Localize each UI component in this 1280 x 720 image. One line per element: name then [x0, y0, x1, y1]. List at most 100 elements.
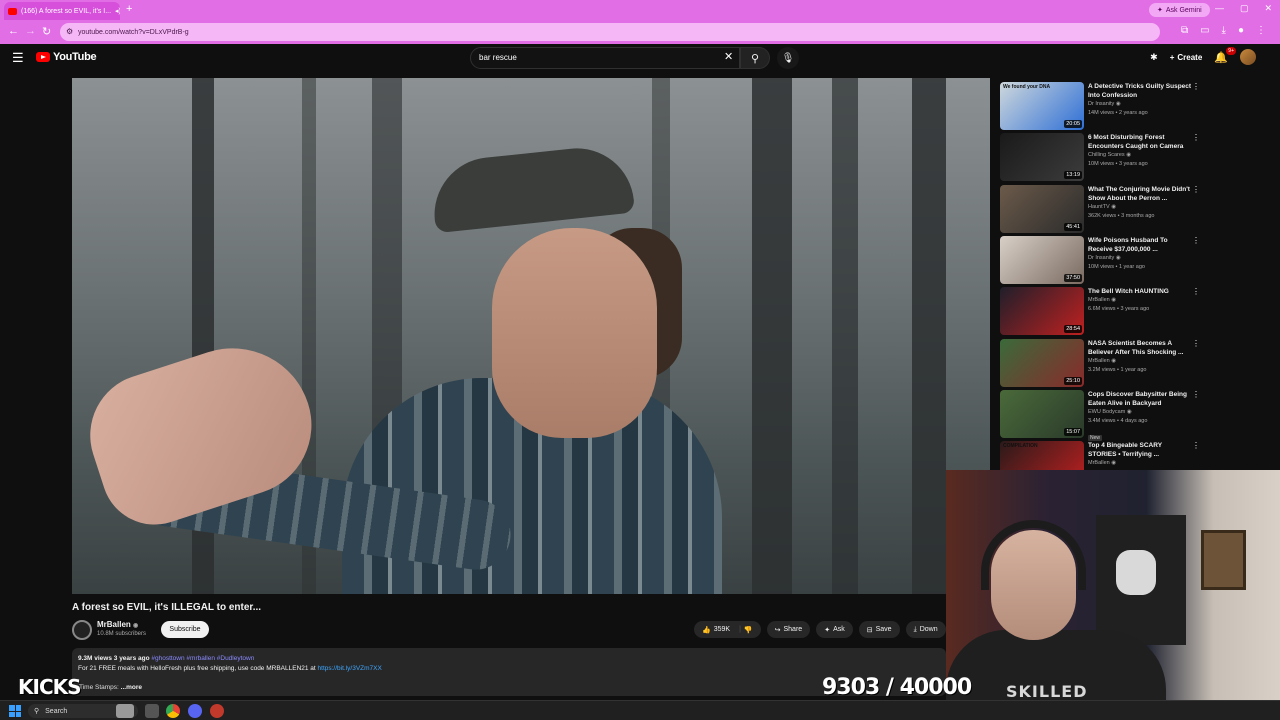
- recommendation-channel[interactable]: MrBallen ◉: [1088, 459, 1192, 468]
- share-button[interactable]: ↪ Share: [766, 621, 811, 638]
- recommendation-thumbnail[interactable]: 13:19: [1000, 133, 1084, 182]
- hamburger-menu-icon[interactable]: ☰: [12, 50, 24, 66]
- extensions-icon[interactable]: ⧉: [1181, 25, 1188, 36]
- more-options-icon[interactable]: ⋮: [1192, 133, 1200, 142]
- new-tab-button[interactable]: +: [126, 3, 132, 15]
- clear-search-icon[interactable]: ✕: [724, 50, 733, 63]
- ask-gemini-button[interactable]: ✦ Ask Gemini: [1149, 3, 1210, 17]
- more-options-icon[interactable]: ⋮: [1192, 185, 1200, 194]
- recommendation-title[interactable]: The Bell Witch HAUNTING: [1088, 287, 1192, 296]
- thumbs-down-icon[interactable]: 👎: [744, 626, 753, 634]
- recommendation-thumbnail[interactable]: We found your DNA 20:05: [1000, 82, 1084, 130]
- youtube-favicon-icon: [8, 7, 17, 15]
- create-button[interactable]: + Create: [1170, 53, 1203, 62]
- recommendation-item[interactable]: We found your DNA 20:05 A Detective Tricks…: [1000, 82, 1200, 130]
- close-window-button[interactable]: ✕: [1264, 3, 1272, 14]
- subscribe-button[interactable]: Subscribe: [161, 621, 209, 638]
- recommendation-title[interactable]: Top 4 Bingeable SCARY STORIES • Terrifyi…: [1088, 441, 1192, 459]
- youtube-play-icon: [36, 52, 50, 62]
- recommendation-thumbnail[interactable]: COMPILATION: [1000, 441, 1084, 470]
- cast-icon[interactable]: ✱: [1150, 52, 1158, 63]
- video-duration: 28:54: [1064, 325, 1082, 334]
- recommendation-channel[interactable]: MrBallen ◉: [1088, 296, 1192, 305]
- description-hashtags[interactable]: #ghosttown #mrballen #Dudleytown: [151, 655, 254, 662]
- recommendation-info: A Detective Tricks Guilty Suspect Into C…: [1088, 82, 1192, 130]
- recommendation-channel[interactable]: Dr Insanity ◉: [1088, 100, 1192, 109]
- channel-name: MrBallen: [97, 620, 131, 629]
- voice-search-button[interactable]: 🎙: [777, 47, 799, 69]
- like-button[interactable]: 👍 359K | 👎: [694, 621, 761, 638]
- recommendation-title[interactable]: Wife Poisons Husband To Receive $37,000,…: [1088, 236, 1192, 254]
- recommendation-title[interactable]: NASA Scientist Becomes A Believer After …: [1088, 339, 1192, 357]
- forest-tree: [832, 78, 858, 594]
- recommendation-channel[interactable]: EWU Bodycam ◉: [1088, 408, 1192, 417]
- recommendation-item[interactable]: 25:10 NASA Scientist Becomes A Believer A…: [1000, 338, 1200, 387]
- recommendation-info: Wife Poisons Husband To Receive $37,000,…: [1088, 236, 1192, 284]
- maximize-button[interactable]: ▢: [1240, 3, 1249, 14]
- sidebar-icon[interactable]: ▭: [1200, 25, 1209, 36]
- recommendation-thumbnail[interactable]: 15:07: [1000, 389, 1084, 438]
- windows-start-icon[interactable]: [9, 705, 21, 717]
- reload-icon[interactable]: ↻: [42, 25, 51, 38]
- browser-menu-icon[interactable]: ⋮: [1256, 25, 1266, 36]
- app-icon[interactable]: [210, 704, 224, 718]
- task-view-icon[interactable]: [145, 704, 159, 718]
- site-info-icon[interactable]: ⚙: [66, 27, 73, 36]
- recommendation-item[interactable]: COMPILATION Top 4 Bingeable SCARY STORIES…: [1000, 441, 1200, 470]
- recommendation-title[interactable]: 6 Most Disturbing Forest Encounters Caug…: [1088, 133, 1192, 151]
- chrome-icon[interactable]: [166, 704, 180, 718]
- channel-name-link[interactable]: MrBallen ◉: [97, 620, 138, 629]
- minimize-button[interactable]: —: [1215, 3, 1224, 14]
- recommendation-item[interactable]: 28:54 The Bell Witch HAUNTING MrBallen ◉ 6.…: [1000, 287, 1200, 336]
- back-arrow-icon[interactable]: ←: [8, 25, 19, 37]
- more-options-icon[interactable]: ⋮: [1192, 82, 1200, 91]
- show-more-link[interactable]: ...more: [121, 684, 142, 691]
- recommendation-thumbnail[interactable]: 37:50: [1000, 235, 1084, 284]
- recommendation-item[interactable]: 45:41 What The Conjuring Movie Didn't Sho…: [1000, 184, 1200, 233]
- channel-avatar[interactable]: [72, 620, 92, 640]
- video-duration: 20:05: [1064, 120, 1082, 128]
- windows-taskbar: ⚲ Search: [0, 700, 1280, 720]
- youtube-logo[interactable]: YouTube: [36, 51, 97, 63]
- more-options-icon[interactable]: ⋮: [1192, 390, 1200, 399]
- search-input[interactable]: bar rescue: [470, 47, 740, 69]
- recommendation-title[interactable]: Cops Discover Babysitter Being Eaten Ali…: [1088, 390, 1192, 408]
- url-field[interactable]: ⚙ youtube.com/watch?v=DLxVPdrB-g: [60, 23, 1160, 41]
- views-and-date: 9.3M views 3 years ago: [78, 655, 150, 662]
- account-avatar[interactable]: [1240, 49, 1256, 65]
- more-options-icon[interactable]: ⋮: [1192, 236, 1200, 245]
- download-button[interactable]: ⤓ Down: [905, 621, 946, 638]
- discord-icon[interactable]: [188, 704, 202, 718]
- more-options-icon[interactable]: ⋮: [1192, 287, 1200, 296]
- browser-address-bar: ← → ↻ ⚙ youtube.com/watch?v=DLxVPdrB-g ⧉…: [0, 20, 1280, 44]
- search-button[interactable]: ⚲: [740, 47, 770, 69]
- recommendation-thumbnail[interactable]: 25:10: [1000, 338, 1084, 387]
- recommendation-thumbnail[interactable]: 28:54: [1000, 287, 1084, 336]
- recommendation-channel[interactable]: HauntTV ◉: [1088, 203, 1192, 212]
- more-options-icon[interactable]: ⋮: [1192, 339, 1200, 348]
- recommendation-thumbnail[interactable]: 45:41: [1000, 184, 1084, 233]
- recommendation-channel[interactable]: MrBallen ◉: [1088, 357, 1192, 366]
- ask-button[interactable]: ✦ Ask: [816, 621, 853, 638]
- video-description[interactable]: 9.3M views 3 years ago #ghosttown #mrbal…: [72, 648, 946, 696]
- recommendation-title[interactable]: What The Conjuring Movie Didn't Show Abo…: [1088, 185, 1192, 203]
- forward-arrow-icon[interactable]: →: [25, 25, 36, 37]
- recommendation-item[interactable]: 13:19 6 Most Disturbing Forest Encounters…: [1000, 133, 1200, 182]
- profile-icon[interactable]: ●: [1238, 25, 1244, 36]
- video-actions: 👍 359K | 👎 ↪ Share ✦ Ask ⊟ Save ⤓ Down: [694, 621, 946, 638]
- more-options-icon[interactable]: ⋮: [1192, 441, 1200, 450]
- description-link[interactable]: https://bit.ly/3VZm7XX: [318, 665, 382, 672]
- save-button[interactable]: ⊟ Save: [858, 621, 900, 638]
- recommendation-channel[interactable]: Chilling Scares ◉: [1088, 151, 1192, 160]
- like-count: 359K: [713, 626, 731, 633]
- download-icon[interactable]: ⤓: [1222, 25, 1226, 36]
- recommendation-item[interactable]: 37:50 Wife Poisons Husband To Receive $37…: [1000, 235, 1200, 284]
- recommendation-item[interactable]: 15:07 Cops Discover Babysitter Being Eate…: [1000, 389, 1200, 441]
- taskbar-widget-icon[interactable]: [116, 704, 134, 718]
- share-icon: ↪: [774, 626, 781, 634]
- recommendation-title[interactable]: A Detective Tricks Guilty Suspect Into C…: [1088, 82, 1192, 100]
- notifications-bell-icon[interactable]: 🔔 9+: [1214, 46, 1236, 64]
- recommendation-channel[interactable]: Dr Insanity ◉: [1088, 254, 1192, 263]
- browser-tab[interactable]: (166) A forest so EVIL, it's I... ◂) ×: [4, 2, 120, 20]
- video-player[interactable]: [72, 78, 990, 594]
